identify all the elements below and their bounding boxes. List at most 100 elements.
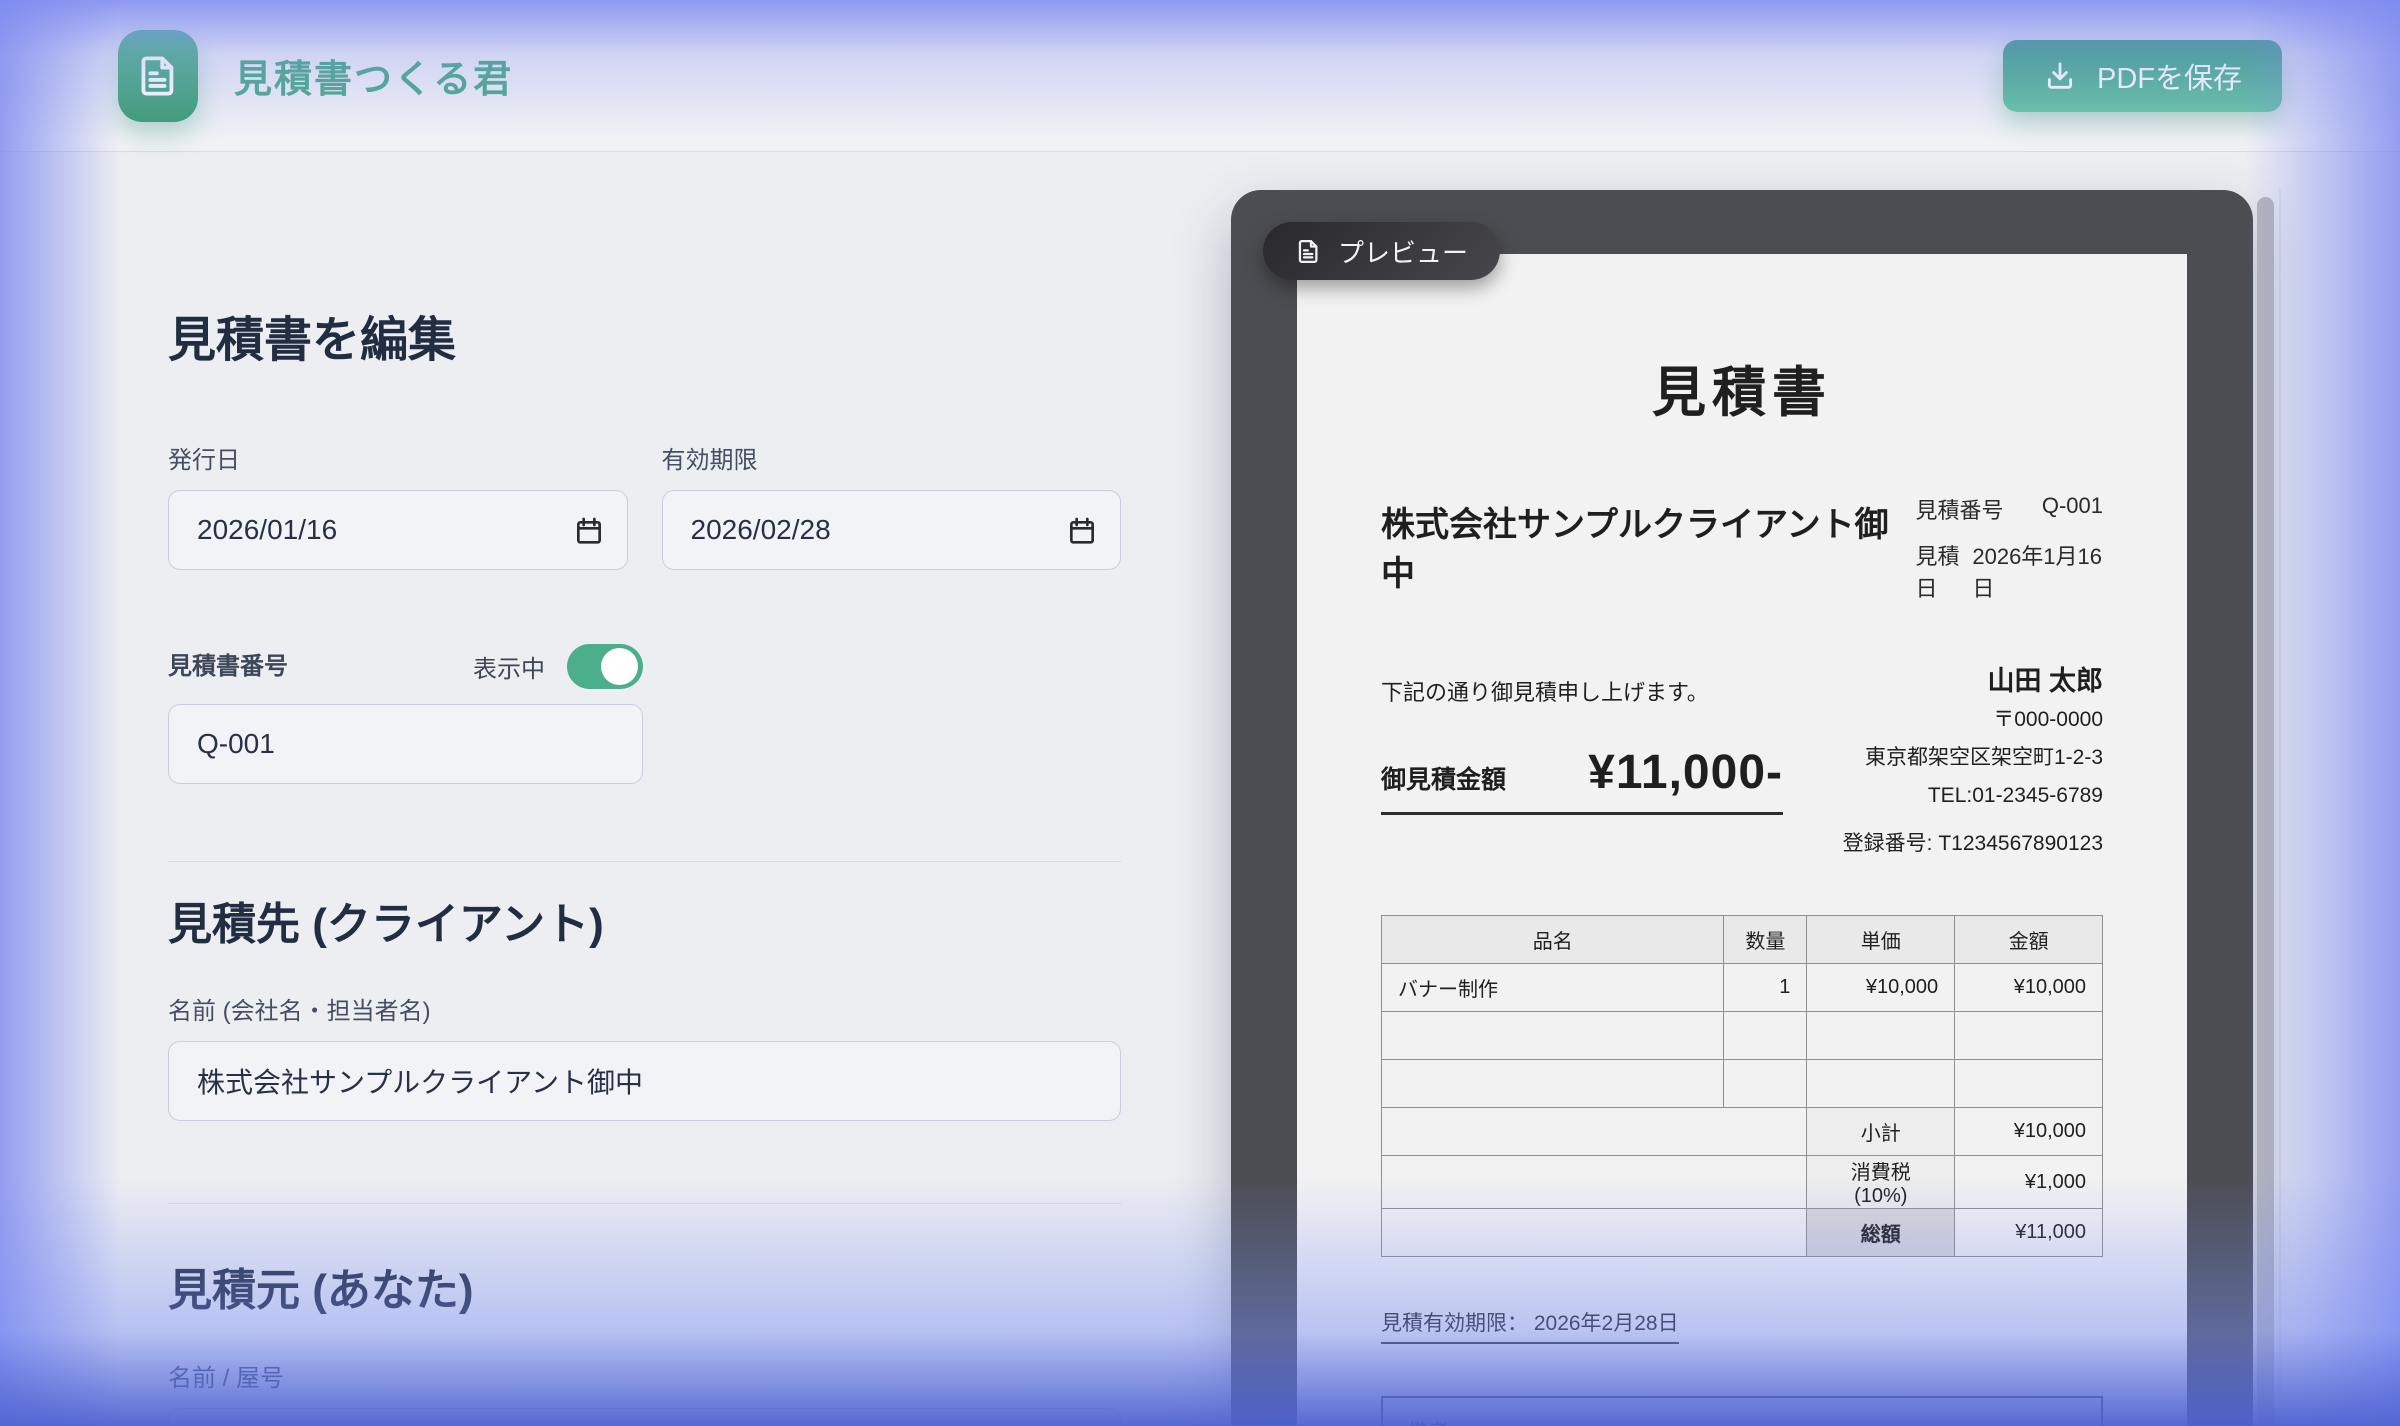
save-pdf-button[interactable]: PDFを保存 [2003,40,2282,112]
page-title: 見積書を編集 [168,300,1121,370]
calendar-icon[interactable] [573,515,605,547]
item-price-cell [1807,1012,1955,1060]
document-meta: 見積番号 Q-001 見積日 2026年1月16日 [1916,493,2104,617]
preview-scrollbar[interactable] [2257,197,2274,1426]
section-divider [168,861,1121,862]
item-qty-cell: 1 [1724,964,1807,1012]
item-name-cell [1382,1060,1724,1108]
item-amount-cell [1955,1060,2103,1108]
issuer-name: 山田 太郎 [1843,661,2103,701]
issue-date-field: 発行日 [168,446,628,570]
preview-badge: プレビュー [1263,222,1500,280]
item-price-cell [1807,1060,1955,1108]
quote-no-label: 見積番号 [1916,493,2004,525]
subtotal-row: 小計 ¥10,000 [1382,1108,2103,1156]
table-row: バナー制作 1 ¥10,000 ¥10,000 [1382,964,2103,1012]
client-name-input-box[interactable] [168,1041,1121,1121]
quote-no-value: Q-001 [2042,493,2103,525]
expiry-date-label: 有効期限 [662,446,1122,476]
grand-total-row: 総額 ¥11,000 [1382,1209,2103,1257]
issuer-address: 東京都架空区架空町1-2-3 [1843,739,2103,777]
col-header-item: 品名 [1382,916,1724,964]
grand-total-value: ¥11,000 [1955,1209,2103,1257]
subtotal-value: ¥10,000 [1955,1108,2103,1156]
download-icon [2043,59,2077,93]
client-name-input[interactable] [197,1065,1092,1097]
tax-value: ¥1,000 [1955,1156,2103,1209]
edit-form-panel: 見積書を編集 発行日 有効期限 [168,152,1121,1426]
client-name-label: 名前 (会社名・担当者名) [168,997,1121,1027]
preview-panel: プレビュー 見積書 株式会社サンプルクライアント御中 見積番号 Q-001 見積… [1231,190,2253,1426]
document-amount-row: 下記の通り御見積申し上げます。 御見積金額 ¥11,000- 山田 太郎 〒00… [1381,675,2103,863]
grand-total-label: 総額 [1807,1209,1955,1257]
item-name-cell: バナー制作 [1382,964,1724,1012]
quote-number-meta-row: 見積番号 Q-001 [1916,493,2104,525]
expiry-date-input-box[interactable] [662,490,1122,570]
document-icon [1295,238,1322,265]
preview-badge-label: プレビュー [1338,233,1468,270]
notes-box: 備考 [1381,1396,2103,1426]
calendar-icon[interactable] [1066,515,1098,547]
save-pdf-label: PDFを保存 [2097,55,2242,97]
issue-date-input-box[interactable] [168,490,628,570]
date-fields-row: 発行日 有効期限 [168,446,1121,570]
issuer-section-heading: 見積元 (あなた) [168,1254,1121,1318]
items-table-header-row: 品名 数量 単価 金額 [1382,916,2103,964]
quote-date-meta-row: 見積日 2026年1月16日 [1916,539,2104,603]
amount-label: 御見積金額 [1381,760,1506,796]
client-section-heading: 見積先 (クライアント) [168,888,1121,952]
issuer-block: 山田 太郎 〒000-0000 東京都架空区架空町1-2-3 TEL:01-23… [1843,661,2103,863]
visibility-toggle-label: 表示中 [473,649,545,684]
quote-number-row: 見積書番号 表示中 [168,644,643,689]
issuer-name-input-box[interactable] [168,1408,1121,1426]
app-header: 見積書つくる君 PDFを保存 [0,0,2400,152]
col-header-amount: 金額 [1955,916,2103,964]
app-title: 見積書つくる君 [234,48,513,103]
quote-date-label: 見積日 [1916,539,1973,603]
issuer-reg-no: 登録番号: T1234567890123 [1843,825,2103,863]
blank-cell [1382,1156,1807,1209]
table-row [1382,1060,2103,1108]
items-table: 品名 数量 単価 金額 バナー制作 1 ¥10,000 ¥10,000 [1381,915,2103,1257]
table-row [1382,1012,2103,1060]
quote-number-input[interactable] [197,728,614,760]
quote-number-input-box[interactable] [168,704,643,784]
subtotal-label: 小計 [1807,1108,1955,1156]
item-qty-cell [1724,1012,1807,1060]
document-title: 見積書 [1381,348,2103,427]
blank-cell [1382,1209,1807,1257]
item-amount-cell: ¥10,000 [1955,964,2103,1012]
blank-cell [1382,1108,1807,1156]
item-name-cell [1382,1012,1724,1060]
item-price-cell: ¥10,000 [1807,964,1955,1012]
tax-label: 消費税 (10%) [1807,1156,1955,1209]
greeting-text: 下記の通り御見積申し上げます。 [1381,675,1783,707]
notes-label: 備考 [1407,1421,1449,1426]
document-header-row: 株式会社サンプルクライアント御中 見積番号 Q-001 見積日 2026年1月1… [1381,493,2103,617]
amount-value: ¥11,000- [1588,745,1783,800]
quote-date-value: 2026年1月16日 [1972,539,2103,603]
item-qty-cell [1724,1060,1807,1108]
issuer-name-label: 名前 / 屋号 [168,1364,1121,1394]
validity-text: 見積有効期限： 2026年2月28日 [1381,1307,1679,1344]
item-amount-cell [1955,1012,2103,1060]
visibility-toggle-wrap: 表示中 [473,644,643,689]
app-logo [118,30,198,122]
section-divider [168,1203,1121,1204]
amount-line: 御見積金額 ¥11,000- [1381,745,1783,815]
quote-number-label: 見積書番号 [168,652,288,682]
scrollbar-track-line [2279,190,2281,1426]
issue-date-label: 発行日 [168,446,628,476]
issue-date-input[interactable] [197,514,599,546]
document-client-name: 株式会社サンプルクライアント御中 [1381,493,1916,595]
issuer-postal: 〒000-0000 [1843,701,2103,739]
issuer-tel: TEL:01-2345-6789 [1843,777,2103,815]
document-icon [135,53,181,99]
col-header-unit-price: 単価 [1807,916,1955,964]
expiry-date-input[interactable] [691,514,1093,546]
quote-document: 見積書 株式会社サンプルクライアント御中 見積番号 Q-001 見積日 2026… [1297,254,2187,1426]
expiry-date-field: 有効期限 [662,446,1122,570]
quote-number-visibility-toggle[interactable] [567,644,643,689]
toggle-knob [601,648,638,685]
col-header-qty: 数量 [1724,916,1807,964]
